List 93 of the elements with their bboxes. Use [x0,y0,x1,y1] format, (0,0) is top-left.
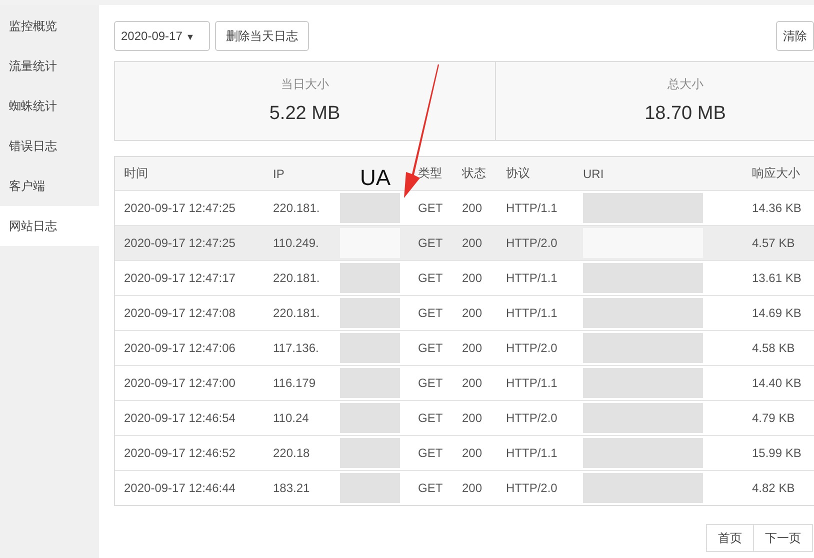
table-cell: GET [418,236,443,250]
table-cell: HTTP/1.1 [506,376,558,390]
table-cell: 200 [462,341,482,355]
table-cell: HTTP/1.1 [506,201,558,215]
table-cell: HTTP/1.1 [506,271,558,285]
table-cell: 200 [462,236,482,250]
clear-button[interactable]: 清除 [776,21,814,51]
table-cell: 200 [462,306,482,320]
table-row[interactable]: 2020-09-17 12:47:08 220.181. GET 200 HTTP/1.1 14.69 KB [115,295,814,330]
table-cell: 15.99 KB [752,446,802,460]
column-header: 协议 [506,165,530,182]
table-cell: 110.24 [273,411,309,425]
stat-label: 总大小 [667,76,704,93]
table-row[interactable]: 2020-09-17 12:46:52 220.18 GET 200 HTTP/1.1 15.99 KB [115,435,814,470]
date-select[interactable]: 2020-09-17 ▼ [114,21,210,51]
table-cell: 2020-09-17 12:47:25 [124,201,236,215]
column-header: 状态 [462,165,486,182]
sidebar-item[interactable]: 流量统计 [0,46,99,86]
table-cell: 200 [462,446,482,460]
table-cell: 200 [462,271,482,285]
redacted-block [340,403,400,433]
table-cell: 220.181. [273,306,320,320]
redacted-block [340,263,400,293]
table-cell: 4.82 KB [752,481,795,495]
table-cell: GET [418,306,443,320]
table-cell: HTTP/2.0 [506,236,558,250]
table-cell: HTTP/1.1 [506,306,558,320]
table-cell: 14.40 KB [752,376,802,390]
redacted-block [340,473,400,503]
table-cell: 200 [462,481,482,495]
table-cell: 14.36 KB [752,201,802,215]
table-cell: 4.57 KB [752,236,795,250]
table-cell: GET [418,271,443,285]
table-row[interactable]: 2020-09-17 12:47:17 220.181. GET 200 HTTP/1.1 13.61 KB [115,260,814,295]
table-cell: 2020-09-17 12:47:00 [124,376,236,390]
table-cell: 116.179 [273,376,316,390]
stat-label: 当日大小 [280,76,329,93]
redacted-block [340,438,400,468]
table-cell: 13.61 KB [752,271,802,285]
delete-log-button[interactable]: 删除当天日志 [215,21,309,51]
column-header: URI [583,166,604,180]
table-cell: 117.136. [273,341,319,355]
table-row[interactable]: 2020-09-17 12:47:06 117.136. GET 200 HTTP/2.0 4.58 KB [115,330,814,365]
table-row[interactable]: 2020-09-17 12:47:00 116.179 GET 200 HTTP/1.1 14.40 KB [115,365,814,400]
table-cell: HTTP/2.0 [506,341,558,355]
table-cell: 2020-09-17 12:47:25 [124,236,236,250]
page-button[interactable]: 首页 [706,524,754,552]
table-cell: 220.18 [273,446,310,460]
table-cell: GET [418,376,443,390]
table-cell: 2020-09-17 12:47:08 [124,306,236,320]
table-cell: 200 [462,411,482,425]
table-cell: 14.69 KB [752,306,802,320]
table-cell: 4.79 KB [752,411,795,425]
table-cell: 4.58 KB [752,341,795,355]
column-header: UA [360,164,391,190]
table-cell: 2020-09-17 12:47:17 [124,271,236,285]
table-cell: HTTP/2.0 [506,411,558,425]
sidebar-item[interactable]: 错误日志 [0,126,99,166]
redacted-block [340,368,400,398]
table-row[interactable]: 2020-09-17 12:46:44 183.21 GET 200 HTTP/2.0 4.82 KB [115,470,814,505]
table-cell: 220.181. [273,201,320,215]
sidebar-item[interactable]: 监控概览 [0,6,99,46]
table-cell: GET [418,411,443,425]
table-cell: GET [418,341,443,355]
column-header: 响应大小 [752,165,800,182]
table-cell: 2020-09-17 12:46:52 [124,446,236,460]
stat-value: 18.70 MB [644,103,726,125]
redacted-block [340,298,400,328]
sidebar-item[interactable]: 蜘蛛统计 [0,86,99,126]
table-cell: GET [418,201,443,215]
table-row[interactable]: 2020-09-17 12:46:54 110.24 GET 200 HTTP/2.0 4.79 KB [115,400,814,435]
redacted-block [340,193,400,223]
table-cell: HTTP/2.0 [506,481,558,495]
table-cell: 183.21 [273,481,310,495]
table-cell: HTTP/1.1 [506,446,558,460]
column-header: 时间 [124,165,148,182]
table-cell: 2020-09-17 12:46:44 [124,481,236,495]
table-cell: GET [418,446,443,460]
table-cell: 2020-09-17 12:46:54 [124,411,236,425]
sidebar-item[interactable]: 网站日志 [0,206,99,246]
table-cell: 200 [462,201,482,215]
stat-value: 5.22 MB [269,103,340,125]
table-row[interactable]: 2020-09-17 12:47:25 110.249. GET 200 HTTP/2.0 4.57 KB [115,225,814,260]
table-cell: 110.249. [273,236,319,250]
column-header: 类型 [418,165,442,182]
page-button[interactable]: 下一页 [754,524,813,552]
column-header: IP [273,166,284,180]
sidebar-item[interactable]: 客户端 [0,166,99,206]
table-cell: 2020-09-17 12:47:06 [124,341,236,355]
redacted-block [340,333,400,363]
table-cell: 200 [462,376,482,390]
table-cell: GET [418,481,443,495]
table-cell: 220.181. [273,271,320,285]
